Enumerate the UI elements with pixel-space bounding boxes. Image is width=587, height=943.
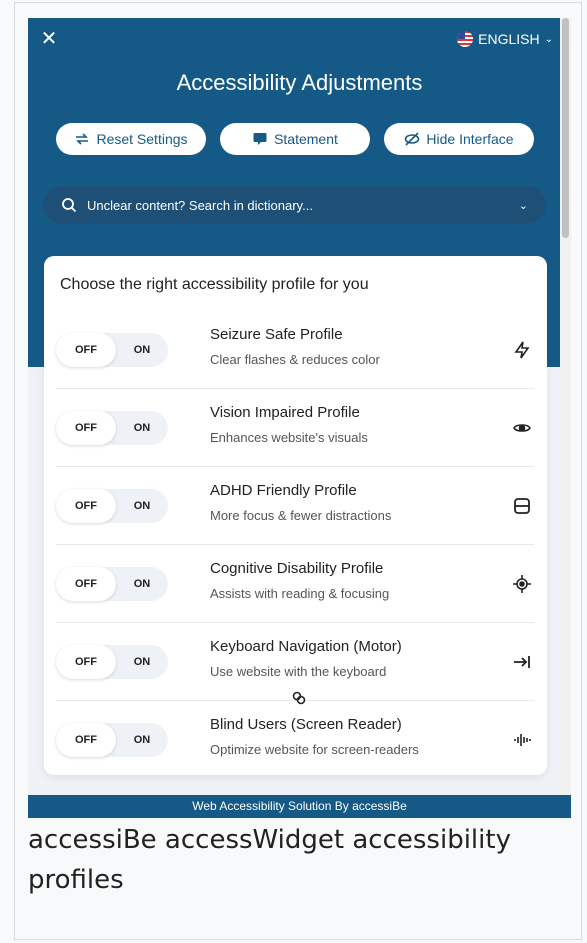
lightning-icon [510, 338, 534, 362]
profile-description: Assists with reading & focusing [210, 586, 390, 601]
profile-row-blind-users: OFF ON Blind Users (Screen Reader) Optim… [56, 701, 534, 779]
toggle-off[interactable]: OFF [56, 333, 116, 367]
toggle-off[interactable]: OFF [56, 645, 116, 679]
statement-icon [253, 133, 267, 145]
language-label: ENGLISH [478, 31, 540, 47]
language-selector[interactable]: ENGLISH ⌄ [457, 28, 553, 50]
profile-toggle[interactable]: OFF ON [56, 489, 168, 523]
hide-interface-label: Hide Interface [426, 131, 514, 147]
profile-description: More focus & fewer distractions [210, 508, 392, 523]
profile-toggle[interactable]: OFF ON [56, 567, 168, 601]
toggle-on[interactable]: ON [116, 344, 168, 356]
statement-button[interactable]: Statement [220, 123, 370, 155]
profile-name: ADHD Friendly Profile [210, 482, 357, 499]
profile-row-adhd-friendly: OFF ON ADHD Friendly Profile More focus … [56, 467, 534, 545]
profile-name: Seizure Safe Profile [210, 326, 343, 343]
profile-toggle[interactable]: OFF ON [56, 333, 168, 367]
toggle-on[interactable]: ON [116, 578, 168, 590]
profile-row-vision-impaired: OFF ON Vision Impaired Profile Enhances … [56, 389, 534, 467]
chevron-down-icon: ⌄ [544, 33, 553, 45]
toggle-off[interactable]: OFF [56, 489, 116, 523]
link-icon[interactable] [291, 690, 307, 706]
reset-settings-label: Reset Settings [96, 131, 188, 147]
reset-icon [76, 133, 89, 145]
profile-toggle[interactable]: OFF ON [56, 645, 168, 679]
close-button[interactable]: ✕ [38, 28, 60, 50]
panel-heading: Accessibility Adjustments [176, 70, 423, 95]
toggle-on[interactable]: ON [116, 422, 168, 434]
search-icon [62, 198, 77, 213]
profile-toggle[interactable]: OFF ON [56, 411, 168, 445]
profile-description: Enhances website's visuals [210, 430, 368, 445]
profile-name: Cognitive Disability Profile [210, 560, 384, 577]
chevron-down-icon: ⌄ [518, 199, 528, 212]
scrollbar-thumb[interactable] [562, 18, 569, 238]
audio-wave-icon [510, 728, 534, 752]
profile-row-seizure-safe: OFF ON Seizure Safe Profile Clear flashe… [56, 311, 534, 389]
reset-settings-button[interactable]: Reset Settings [56, 123, 206, 155]
profile-description: Optimize website for screen-readers [210, 742, 419, 757]
toggle-on[interactable]: ON [116, 656, 168, 668]
hide-icon [405, 132, 420, 146]
image-caption: accessiBe accessWidget accessibility pro… [28, 825, 511, 895]
hide-interface-button[interactable]: Hide Interface [384, 123, 534, 155]
toggle-off[interactable]: OFF [56, 411, 116, 445]
profile-description: Use website with the keyboard [210, 664, 387, 679]
focus-frame-icon [510, 494, 534, 518]
us-flag-icon [457, 31, 474, 47]
profile-row-cognitive-disability: OFF ON Cognitive Disability Profile Assi… [56, 545, 534, 623]
profile-name: Vision Impaired Profile [210, 404, 360, 421]
toggle-off[interactable]: OFF [56, 567, 116, 601]
profile-toggle[interactable]: OFF ON [56, 723, 168, 757]
profile-name: Keyboard Navigation (Motor) [210, 638, 402, 655]
profile-description: Clear flashes & reduces color [210, 352, 380, 367]
toggle-on[interactable]: ON [116, 734, 168, 746]
accessibility-widget: ✕ ENGLISH ⌄ Accessibility Adjustments Re… [28, 18, 571, 818]
profile-name: Blind Users (Screen Reader) [210, 716, 402, 733]
eye-icon [510, 416, 534, 440]
search-placeholder: Unclear content? Search in dictionary... [87, 197, 313, 213]
target-icon [510, 572, 534, 596]
tab-arrow-icon [510, 650, 534, 674]
statement-label: Statement [274, 131, 338, 147]
dictionary-search[interactable]: Unclear content? Search in dictionary...… [43, 186, 546, 224]
toggle-off[interactable]: OFF [56, 723, 116, 757]
footer-credit[interactable]: Web Accessibility Solution By accessiBe [28, 795, 571, 818]
profiles-title: Choose the right accessibility profile f… [60, 276, 369, 293]
toggle-on[interactable]: ON [116, 500, 168, 512]
